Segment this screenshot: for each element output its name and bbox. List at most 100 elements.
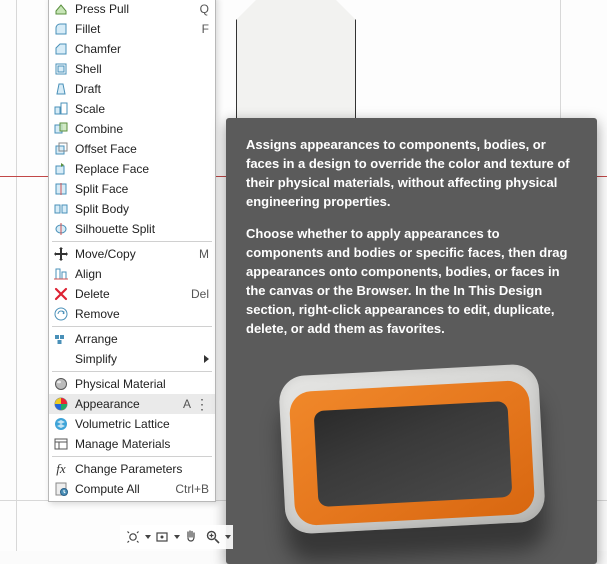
managemat-icon xyxy=(53,436,69,452)
menu-item-label: Chamfer xyxy=(75,42,209,56)
tooltip-illustration xyxy=(246,352,577,552)
offsetface-icon xyxy=(53,141,69,157)
menu-item-arrange[interactable]: Arrange xyxy=(49,329,215,349)
pan-icon xyxy=(183,529,199,545)
menu-separator xyxy=(52,326,212,327)
combine-icon xyxy=(53,121,69,137)
menu-shortcut: M xyxy=(199,247,209,261)
remove-icon xyxy=(53,306,69,322)
menu-item-combine[interactable]: Combine xyxy=(49,119,215,139)
combine-icon xyxy=(53,121,69,137)
menu-shortcut: F xyxy=(202,22,209,36)
menu-item-label: Fillet xyxy=(75,22,196,36)
menu-item-chamfer[interactable]: Chamfer xyxy=(49,39,215,59)
menu-separator xyxy=(52,241,212,242)
menu-shortcut: Del xyxy=(191,287,209,301)
menu-item-press-pull[interactable]: Press Pull Q xyxy=(49,0,215,19)
menu-item-label: Manage Materials xyxy=(75,437,209,451)
align-icon xyxy=(53,266,69,282)
gridline xyxy=(16,0,17,551)
view-toolbar xyxy=(120,525,233,549)
splitface-icon xyxy=(53,181,69,197)
menu-shortcut: Ctrl+B xyxy=(175,482,209,496)
draft-icon xyxy=(53,81,69,97)
menu-item-label: Arrange xyxy=(75,332,209,346)
presspull-icon xyxy=(53,1,69,17)
submenu-arrow-icon xyxy=(204,355,209,363)
replaceface-icon xyxy=(53,161,69,177)
scale-icon xyxy=(53,101,69,117)
menu-item-align[interactable]: Align xyxy=(49,264,215,284)
presspull-icon xyxy=(53,1,69,17)
menu-item-label: Replace Face xyxy=(75,162,209,176)
compute-icon xyxy=(53,481,69,497)
physmat-icon xyxy=(53,376,69,392)
menu-item-label: Split Face xyxy=(75,182,209,196)
menu-item-offset-face[interactable]: Offset Face xyxy=(49,139,215,159)
menu-item-physical-material[interactable]: Physical Material xyxy=(49,374,215,394)
menu-item-draft[interactable]: Draft xyxy=(49,79,215,99)
fx-icon: fx xyxy=(56,461,65,477)
menu-item-label: Scale xyxy=(75,102,209,116)
menu-item-label: Simplify xyxy=(75,352,200,366)
more-options-icon[interactable]: ⋮ xyxy=(195,397,209,411)
menu-separator xyxy=(52,371,212,372)
menu-item-replace-face[interactable]: Replace Face xyxy=(49,159,215,179)
menu-item-label: Volumetric Lattice xyxy=(75,417,209,431)
menu-item-simplify[interactable]: Simplify xyxy=(49,349,215,369)
compute-icon xyxy=(53,481,69,497)
menu-item-manage-materials[interactable]: Manage Materials xyxy=(49,434,215,454)
chamfer-icon xyxy=(53,41,69,57)
delete-icon xyxy=(53,286,69,302)
menu-item-label: Shell xyxy=(75,62,209,76)
menu-item-label: Silhouette Split xyxy=(75,222,209,236)
menu-item-label: Align xyxy=(75,267,209,281)
menu-item-scale[interactable]: Scale xyxy=(49,99,215,119)
menu-item-split-face[interactable]: Split Face xyxy=(49,179,215,199)
look-at-button[interactable] xyxy=(151,527,173,547)
delete-icon xyxy=(53,286,69,302)
menu-item-move-copy[interactable]: Move/Copy M xyxy=(49,244,215,264)
move-icon xyxy=(53,246,69,262)
fx-icon: fx xyxy=(53,461,69,477)
orbit-button[interactable] xyxy=(122,527,144,547)
menu-item-appearance[interactable]: AppearanceA⋮ xyxy=(49,394,215,414)
menu-item-volumetric-lattice[interactable]: Volumetric Lattice xyxy=(49,414,215,434)
menu-item-label: Delete xyxy=(75,287,185,301)
shell-icon xyxy=(53,61,69,77)
offsetface-icon xyxy=(53,141,69,157)
physmat-icon xyxy=(53,376,69,392)
appearance-icon xyxy=(53,396,69,412)
menu-item-split-body[interactable]: Split Body xyxy=(49,199,215,219)
shell-icon xyxy=(53,61,69,77)
menu-item-shell[interactable]: Shell xyxy=(49,59,215,79)
replaceface-icon xyxy=(53,161,69,177)
scale-icon xyxy=(53,101,69,117)
look-at-icon xyxy=(154,529,170,545)
menu-item-label: Appearance xyxy=(75,397,177,411)
menu-item-change-parameters[interactable]: fxChange Parameters xyxy=(49,459,215,479)
modify-context-menu[interactable]: Press Pull Q Fillet F Chamfer Shell Draft Scale… xyxy=(48,0,216,502)
arrange-icon xyxy=(53,331,69,347)
tooltip-paragraph: Assigns appearances to components, bodie… xyxy=(246,136,577,211)
draft-icon xyxy=(53,81,69,97)
pan-button[interactable] xyxy=(180,527,202,547)
menu-item-label: Press Pull xyxy=(75,2,194,16)
zoom-button[interactable] xyxy=(202,527,224,547)
menu-item-label: Combine xyxy=(75,122,209,136)
menu-item-silhouette-split[interactable]: Silhouette Split xyxy=(49,219,215,239)
menu-item-delete[interactable]: Delete Del xyxy=(49,284,215,304)
fillet-icon xyxy=(53,21,69,37)
menu-item-remove[interactable]: Remove xyxy=(49,304,215,324)
blank-icon xyxy=(53,351,69,367)
menu-item-label: Move/Copy xyxy=(75,247,193,261)
menu-item-label: Draft xyxy=(75,82,209,96)
managemat-icon xyxy=(53,436,69,452)
menu-item-compute-all[interactable]: Compute AllCtrl+B xyxy=(49,479,215,499)
chevron-down-icon[interactable] xyxy=(225,535,231,539)
remove-icon xyxy=(53,306,69,322)
menu-item-fillet[interactable]: Fillet F xyxy=(49,19,215,39)
menu-shortcut: Q xyxy=(200,2,209,16)
menu-item-label: Remove xyxy=(75,307,209,321)
menu-item-label: Offset Face xyxy=(75,142,209,156)
